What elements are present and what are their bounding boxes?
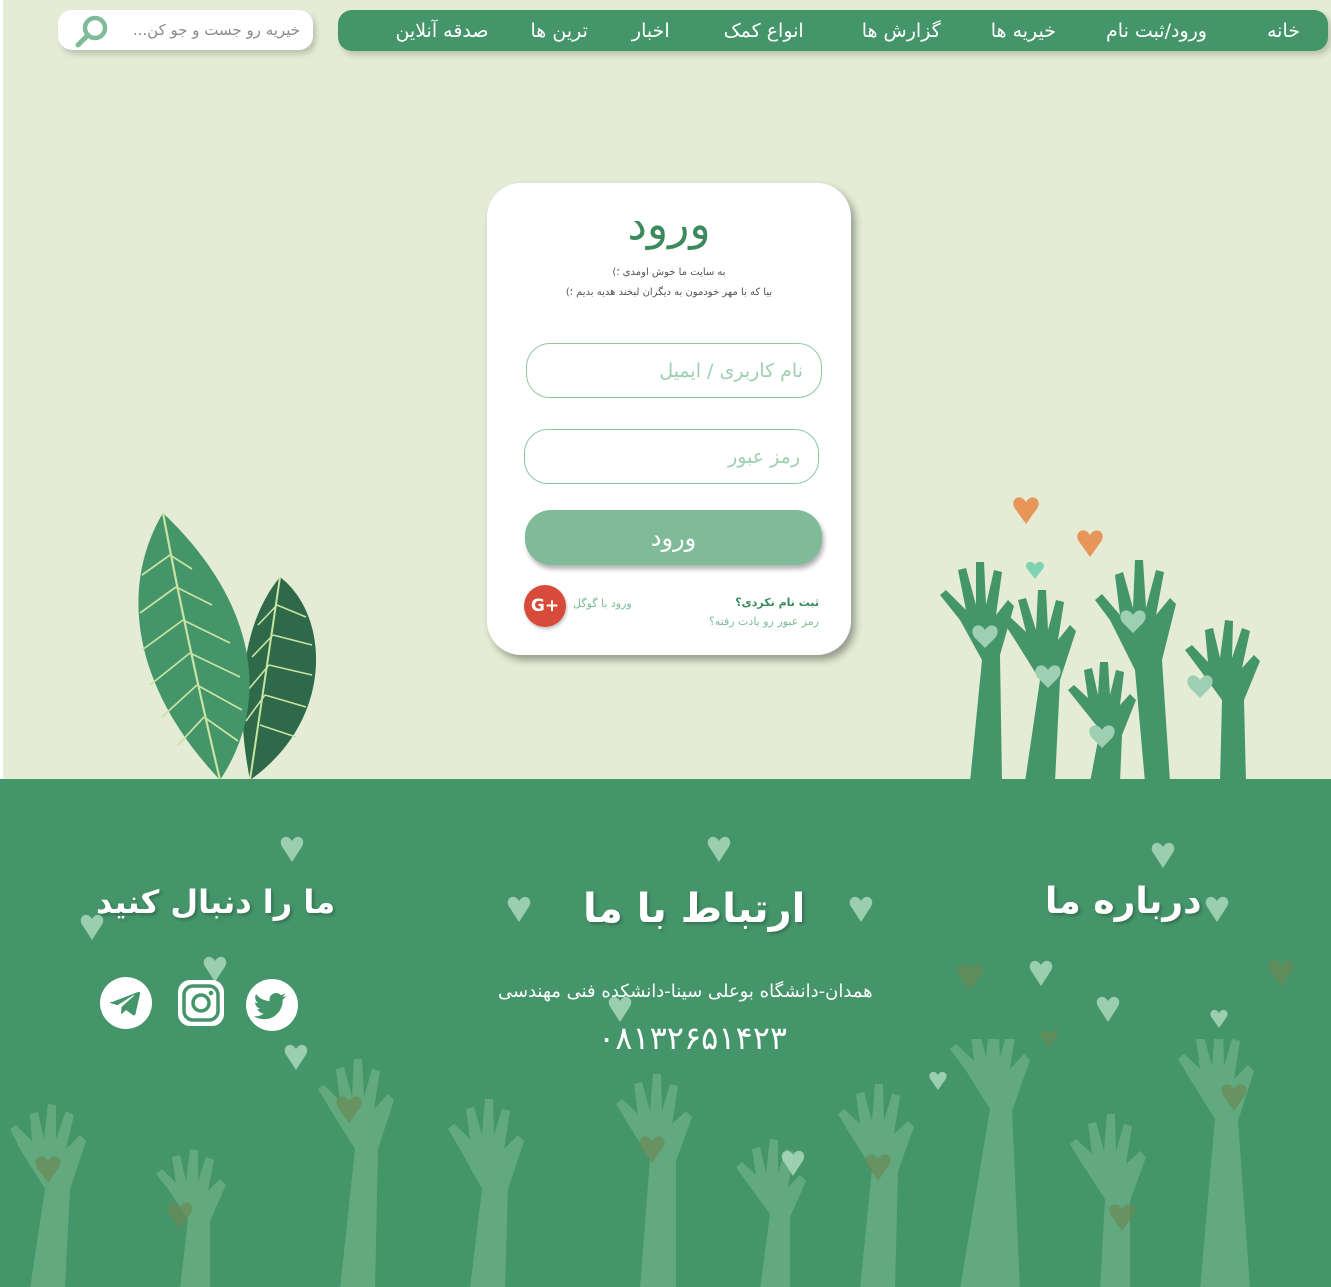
instagram-icon[interactable]: [175, 977, 227, 1029]
footer-contact-title: ارتباط با ما: [583, 886, 806, 932]
footer: درباره ما ارتباط با ما همدان-دانشگاه بوع…: [0, 779, 1331, 1287]
search-input[interactable]: [120, 16, 300, 44]
nav-item-help-types[interactable]: انواع کمک: [724, 20, 804, 42]
nav-item-online-charity[interactable]: صدقه آنلاین: [395, 20, 488, 42]
footer-follow-title: ما را دنبال کنید: [96, 883, 336, 921]
footer-contact-phone: ۰۸۱۳۲۶۵۱۴۲۳: [598, 1019, 788, 1057]
login-subtitle-invite: بیا که با مهر خودمون به دیگران لبخند هدی…: [565, 287, 773, 298]
username-email-input[interactable]: [526, 343, 822, 398]
page: خانه ورود/ثبت نام خیریه ها گزارش ها انوا…: [0, 0, 1331, 1287]
search-icon[interactable]: [74, 14, 110, 48]
login-submit-button[interactable]: ورود: [525, 510, 822, 565]
login-subtitle-welcome: به سایت ما خوش اومدی ؛): [612, 267, 726, 278]
login-title: ورود: [627, 199, 711, 250]
nav-item-login-register[interactable]: ورود/ثبت نام: [1106, 20, 1207, 42]
register-link[interactable]: ثبت نام نکردی؟: [735, 596, 819, 609]
search-box: [58, 10, 313, 50]
password-input[interactable]: [524, 429, 819, 484]
nav-item-home[interactable]: خانه: [1267, 20, 1300, 42]
footer-contact-address: همدان-دانشگاه بوعلی سینا-دانشکده فنی مهن…: [498, 981, 873, 1002]
telegram-icon[interactable]: [100, 977, 152, 1029]
google-plus-icon[interactable]: G+: [524, 585, 566, 627]
leaves-illustration: [138, 512, 317, 781]
nav-item-charities[interactable]: خیریه ها: [991, 20, 1056, 42]
left-edge-strip: [0, 0, 3, 780]
raised-hands-illustration: [940, 497, 1260, 782]
main-navbar: خانه ورود/ثبت نام خیریه ها گزارش ها انوا…: [338, 10, 1328, 51]
nav-item-top[interactable]: ترین ها: [531, 20, 588, 42]
google-login-link[interactable]: ورود با گوگل: [573, 597, 632, 610]
twitter-icon[interactable]: [246, 979, 298, 1031]
nav-item-news[interactable]: اخبار: [632, 20, 670, 42]
forgot-password-link[interactable]: رمز عبور رو یادت رفته؟: [709, 615, 819, 628]
login-card: ورود به سایت ما خوش اومدی ؛) بیا که با م…: [487, 183, 851, 655]
footer-about-title: درباره ما: [1045, 881, 1202, 922]
nav-item-reports[interactable]: گزارش ها: [862, 20, 941, 42]
